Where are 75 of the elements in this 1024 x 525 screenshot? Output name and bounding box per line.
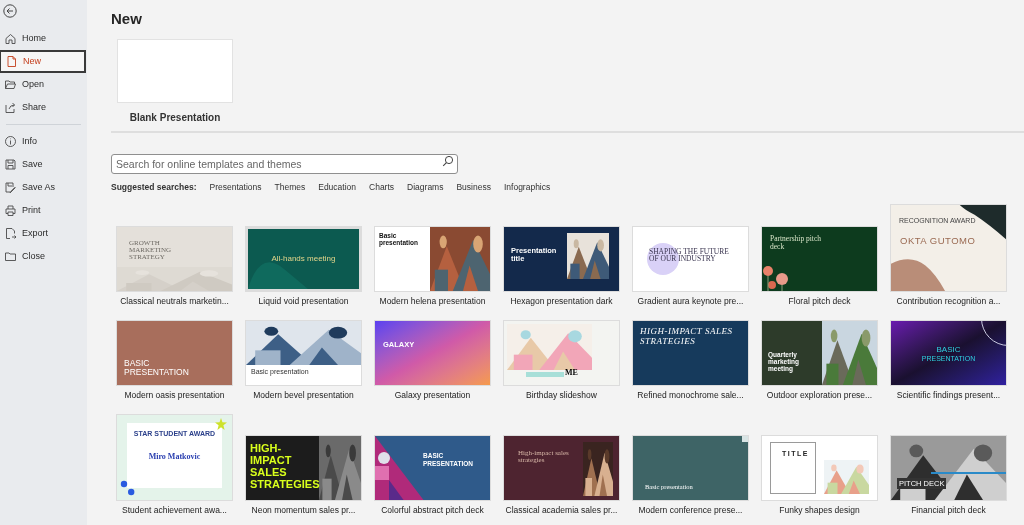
saveas-icon xyxy=(4,181,17,194)
suggested-search-link[interactable]: Business xyxy=(456,181,491,194)
geometric-shapes-drawing xyxy=(375,435,425,500)
template-label: Colorful abstract pitch deck xyxy=(381,503,484,517)
caption-band xyxy=(526,371,564,377)
slide-text: Miro Matkovic xyxy=(147,450,202,463)
close-icon xyxy=(4,250,17,263)
back-icon[interactable] xyxy=(3,4,17,18)
blank-presentation-label: Blank Presentation xyxy=(129,111,221,125)
search-icon[interactable] xyxy=(442,155,454,167)
template-label: Floral pitch deck xyxy=(788,294,851,308)
suggested-search-link[interactable]: Charts xyxy=(369,181,395,194)
blank-presentation-thumbnail[interactable] xyxy=(117,39,233,103)
template-label: Funky shapes design xyxy=(779,503,860,517)
slide-text: BASIC xyxy=(935,343,962,356)
template-thumbnail[interactable]: HIGH-IMPACT SALES STRATEGIES xyxy=(632,319,749,386)
template-thumbnail[interactable]: HIGH-IMPACT SALES STRATEGIES xyxy=(245,434,362,501)
save-icon xyxy=(4,158,17,171)
template-label: Galaxy presentation xyxy=(394,388,471,402)
template-thumbnail[interactable]: All-hands meeting xyxy=(245,225,362,292)
template-label: Classical academia sales pr... xyxy=(505,503,618,517)
sidebar-item[interactable]: Save xyxy=(0,153,87,176)
slide-text: HIGH-IMPACT SALES STRATEGIES xyxy=(250,441,321,490)
sidebar-item[interactable]: Share xyxy=(0,96,87,119)
suggested-search-link[interactable]: Themes xyxy=(274,181,306,194)
template-label: Financial pitch deck xyxy=(911,503,986,517)
template-label: Outdoor exploration prese... xyxy=(766,388,873,402)
sidebar-item[interactable]: Print xyxy=(0,199,87,222)
page-title: New xyxy=(111,9,143,29)
template-label: Classical neutrals marketin... xyxy=(120,294,229,308)
sidebar-item[interactable]: Info xyxy=(0,130,87,153)
template-label: Modern conference prese... xyxy=(638,503,743,517)
template-label: Modern helena presentation xyxy=(379,294,486,308)
template-label: Student achievement awa... xyxy=(122,503,227,517)
search-field[interactable]: Search for online templates and themes xyxy=(111,154,458,174)
sidebar-item[interactable]: Export xyxy=(0,222,87,245)
slide-text: ME xyxy=(565,366,578,379)
open-icon xyxy=(4,78,17,91)
home-icon xyxy=(4,32,17,45)
sidebar-item[interactable]: Save As xyxy=(0,176,87,199)
export-icon xyxy=(4,227,17,240)
slide-text: OKTA GUTOMO xyxy=(900,233,976,248)
suggested-search-link[interactable]: Infographics xyxy=(503,181,551,194)
slide-text: All-hands meeting xyxy=(270,252,337,265)
template-thumbnail[interactable]: BASIC PRESENTATION xyxy=(116,319,233,386)
template-label: Liquid void presentation xyxy=(258,294,349,308)
template-label: Modern oasis presentation xyxy=(124,388,225,402)
sidebar-item[interactable]: Close xyxy=(0,245,87,268)
sidebar-item[interactable]: Open xyxy=(0,73,87,96)
template-label: Modern bevel presentation xyxy=(253,388,354,402)
template-label: Hexagon presentation dark xyxy=(510,294,613,308)
suggested-search-link[interactable]: Presentations xyxy=(209,181,262,194)
sidebar-item[interactable]: New xyxy=(0,50,86,73)
template-thumbnail[interactable]: ME xyxy=(503,319,620,386)
slide-text: HIGH-IMPACT SALES STRATEGIES xyxy=(640,325,734,346)
suggested-search-link[interactable]: Diagrams xyxy=(407,181,444,194)
star-icon xyxy=(215,417,227,430)
template-label: Contribution recognition a... xyxy=(896,294,1001,308)
slide-text: BASIC PRESENTATION xyxy=(124,358,190,377)
suggested-searches-label: Suggested searches: xyxy=(111,181,197,194)
template-label: Gradient aura keynote pre... xyxy=(637,294,744,308)
template-label: Scientific findings present... xyxy=(896,388,1001,402)
corner-square xyxy=(742,435,748,442)
share-icon xyxy=(4,101,17,114)
template-label: Neon momentum sales pr... xyxy=(251,503,356,517)
suggested-search-link[interactable]: Education xyxy=(318,181,357,194)
sidebar-item[interactable]: Home xyxy=(0,27,87,50)
print-icon xyxy=(4,204,17,217)
template-label: Refined monochrome sale... xyxy=(637,388,744,402)
template-label: Birthday slideshow xyxy=(526,388,597,402)
title-frame xyxy=(770,441,816,494)
blob-shape xyxy=(120,479,136,496)
info-icon xyxy=(4,135,17,148)
glow-shape xyxy=(647,242,679,275)
new-icon xyxy=(5,55,18,68)
